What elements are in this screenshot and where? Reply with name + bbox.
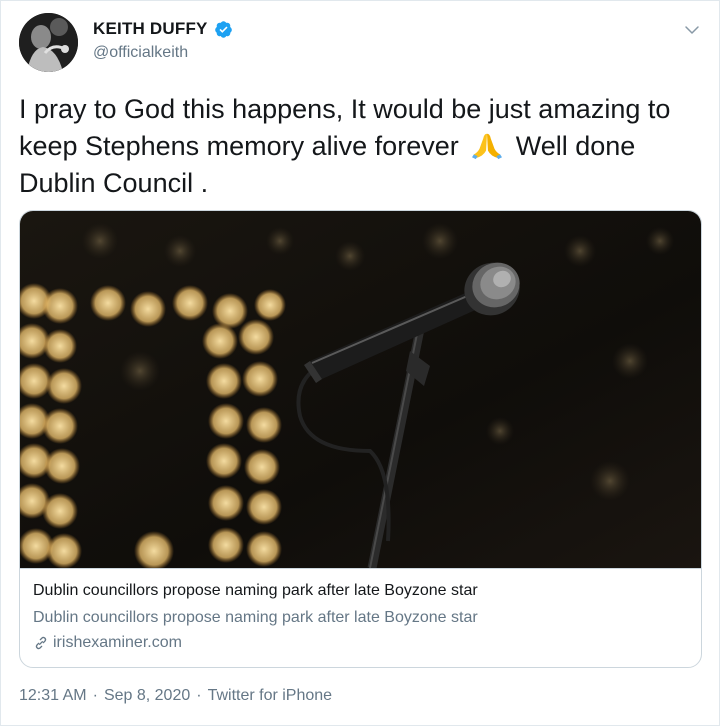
tweet-time[interactable]: 12:31 AM <box>19 687 87 705</box>
tweet-source[interactable]: Twitter for iPhone <box>208 687 333 705</box>
card-image-microphone <box>20 211 701 568</box>
card-domain[interactable]: irishexaminer.com <box>33 634 182 652</box>
chevron-down-icon[interactable] <box>683 21 701 39</box>
display-name[interactable]: KEITH DUFFY <box>93 19 208 39</box>
meta-separator: · <box>92 687 98 704</box>
card-body: Dublin councillors propose naming park a… <box>20 568 701 667</box>
link-icon <box>35 636 47 650</box>
link-card[interactable]: Dublin councillors propose naming park a… <box>19 210 702 668</box>
meta-separator: · <box>196 687 202 704</box>
tweet-text: I pray to God this happens, It would be … <box>19 91 709 202</box>
user-handle[interactable]: @officialkeith <box>93 44 188 62</box>
tweet-date[interactable]: Sep 8, 2020 <box>104 687 190 705</box>
name-row: KEITH DUFFY <box>93 19 233 39</box>
card-title[interactable]: Dublin councillors propose naming park a… <box>33 582 478 600</box>
tweet-container: KEITH DUFFY @officialkeith I pray to God… <box>0 0 720 726</box>
avatar[interactable] <box>19 13 78 72</box>
avatar-photo <box>19 13 78 72</box>
tweet-meta: 12:31 AM · Sep 8, 2020 · Twitter for iPh… <box>19 687 332 705</box>
verified-badge-icon <box>214 20 232 38</box>
folded-hands-emoji-icon <box>472 133 503 160</box>
card-domain-text: irishexaminer.com <box>53 634 182 651</box>
card-description: Dublin councillors propose naming park a… <box>33 609 478 626</box>
